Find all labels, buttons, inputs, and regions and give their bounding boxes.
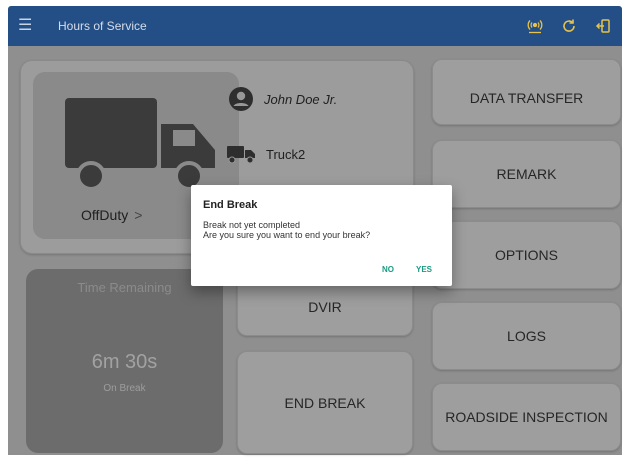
duty-status-text: OffDuty <box>81 207 129 223</box>
logs-label: LOGS <box>507 328 546 344</box>
vehicle-truck-icon <box>227 146 255 164</box>
dialog-no-button[interactable]: NO <box>382 265 394 274</box>
menu-icon[interactable]: ☰ <box>18 18 36 34</box>
remark-button[interactable]: REMARK <box>432 140 621 208</box>
driver-row: John Doe Jr. <box>228 86 337 112</box>
driver-name: John Doe Jr. <box>264 91 338 107</box>
duty-status-label[interactable]: OffDuty > <box>81 207 142 223</box>
chevron-right-icon: > <box>134 207 143 223</box>
dialog-title: End Break <box>203 199 258 211</box>
dialog-actions: NO YES <box>382 265 432 274</box>
appbar-actions <box>526 17 612 35</box>
data-transfer-button[interactable]: DATA TRANSFER <box>432 59 621 125</box>
options-label: OPTIONS <box>494 247 558 263</box>
end-break-dialog: End Break Break not yet completed Are yo… <box>191 185 452 286</box>
user-icon <box>229 87 253 111</box>
data-transfer-label: DATA TRANSFER <box>469 90 584 106</box>
end-break-label: END BREAK <box>284 394 366 411</box>
vehicle-name: Truck2 <box>266 146 306 162</box>
logout-icon[interactable] <box>594 17 612 35</box>
dialog-yes-button[interactable]: YES <box>416 265 432 274</box>
vehicle-row: Truck2 <box>226 144 305 164</box>
app-bar: ☰ Hours of Service <box>8 6 622 46</box>
antenna-icon[interactable] <box>526 17 544 35</box>
logs-button[interactable]: LOGS <box>432 302 621 370</box>
refresh-icon[interactable] <box>560 17 578 35</box>
roadside-inspection-button[interactable]: ROADSIDE INSPECTION <box>432 383 621 451</box>
remark-label: REMARK <box>496 166 557 182</box>
dialog-message-line1: Break not yet completed <box>203 220 301 230</box>
time-remaining-value: 6m 30s <box>91 351 158 373</box>
app-title: Hours of Service <box>58 19 147 33</box>
dvir-label: DVIR <box>308 299 342 315</box>
break-status-label: On Break <box>103 383 146 394</box>
roadside-inspection-label: ROADSIDE INSPECTION <box>445 409 608 425</box>
options-button[interactable]: OPTIONS <box>432 221 621 289</box>
time-remaining-card: Time Remaining 6m 30s On Break <box>26 269 223 453</box>
end-break-button[interactable]: END BREAK <box>237 351 413 454</box>
dialog-message-line2: Are you sure you want to end your break? <box>203 230 371 240</box>
